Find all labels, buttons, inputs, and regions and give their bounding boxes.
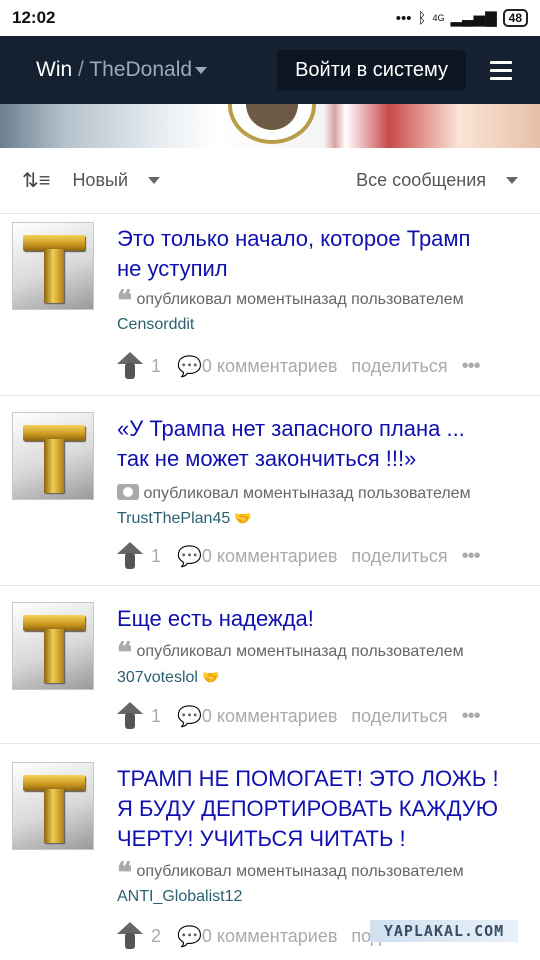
post-actions: 1 💬 0 комментариев поделиться ••• (117, 702, 481, 730)
chevron-down-icon (506, 177, 518, 184)
more-options-icon[interactable]: ••• (462, 545, 481, 568)
signal-icon: ▂▃▅▇ (450, 10, 497, 27)
community-name: TheDonald (89, 58, 193, 81)
quote-icon: ❝ (117, 636, 133, 669)
comment-icon: 💬 (177, 925, 202, 948)
post-title-link[interactable]: Это только начало, которое Трамп не усту… (117, 224, 527, 284)
presidential-seal-image (228, 104, 316, 144)
upvote-icon[interactable] (117, 542, 143, 570)
community-banner (0, 104, 540, 148)
post-thumbnail[interactable] (12, 602, 94, 690)
post-meta: ❝ опубликовал моментыназад пользователем… (117, 639, 532, 690)
brand-label: Win (36, 58, 73, 81)
share-link[interactable]: поделиться (351, 546, 447, 567)
dots-icon: ••• (395, 9, 412, 27)
post-title-link[interactable]: «У Трампа нет запасного плана ... так не… (117, 414, 527, 474)
handshake-icon: 🤝 (201, 669, 220, 685)
handshake-icon: 🤝 (234, 510, 252, 526)
battery-icon: 48 (502, 9, 528, 27)
quote-icon: ❝ (117, 284, 133, 317)
post-thumbnail[interactable] (12, 222, 94, 310)
network-type: 4G (432, 13, 445, 23)
post-meta: ❝ опубликовал моментыназад пользователем… (117, 287, 532, 337)
more-options-icon[interactable]: ••• (462, 705, 481, 728)
filter-label: Все сообщения (356, 170, 486, 190)
author-link[interactable]: Censorddit (117, 316, 194, 333)
watermark: YAPLAKAL.COM (370, 920, 518, 942)
sort-label: Новый (72, 170, 129, 190)
sort-icon[interactable]: ⇅≡ (22, 168, 50, 193)
brand-separator: / (78, 58, 84, 81)
camera-icon (117, 484, 139, 500)
vote-count: 2 (151, 925, 162, 946)
post-title-link[interactable]: ТРАМП НЕ ПОМОГАЕТ! ЭТО ЛОЖЬ ! Я БУДУ ДЕП… (117, 764, 527, 854)
post-meta-text: опубликовал моментыназад пользователем (136, 643, 464, 660)
post-meta: ❝ опубликовал моментыназад пользователем… (117, 859, 532, 909)
comments-link[interactable]: 0 комментариев (202, 356, 338, 377)
sort-dropdown[interactable]: Новый (72, 170, 161, 191)
author-link[interactable]: ANTI_Globalist12 (117, 888, 242, 905)
post-meta-text: опубликовал моментыназад пользователем (136, 863, 464, 880)
filter-dropdown[interactable]: Все сообщения (356, 170, 518, 191)
post-item: Еще есть надежда! ❝ опубликовал моментын… (0, 594, 540, 744)
status-bar: 12:02 ••• ᛒ 4G ▂▃▅▇ 48 (0, 0, 540, 36)
post-actions: 1 💬 0 комментариев поделиться ••• (117, 542, 481, 570)
share-link[interactable]: поделиться (351, 706, 447, 727)
post-meta-text: опубликовал моментыназад пользователем (136, 291, 464, 308)
more-options-icon[interactable]: ••• (462, 355, 481, 378)
post-meta-text: опубликовал моментыназад пользователем (143, 485, 471, 502)
share-link[interactable]: поделиться (351, 356, 447, 377)
comments-link[interactable]: 0 комментариев (202, 546, 338, 567)
sort-bar: ⇅≡ Новый Все сообщения (0, 148, 540, 214)
vote-count: 1 (151, 355, 162, 376)
upvote-icon[interactable] (117, 352, 143, 380)
upvote-icon[interactable] (117, 702, 143, 730)
post-item: Это только начало, которое Трамп не усту… (0, 214, 540, 396)
upvote-icon[interactable] (117, 922, 143, 950)
quote-icon: ❝ (117, 856, 133, 889)
chevron-down-icon (195, 66, 208, 74)
top-navbar: Win / TheDonald Войти в систему (0, 36, 540, 104)
post-thumbnail[interactable] (12, 412, 94, 500)
bluetooth-icon: ᛒ (417, 9, 427, 27)
chevron-down-icon (148, 177, 161, 184)
comment-icon: 💬 (177, 545, 202, 568)
login-button[interactable]: Войти в систему (277, 49, 466, 91)
author-link[interactable]: TrustThePlan45 (117, 510, 230, 527)
post-thumbnail[interactable] (12, 762, 94, 850)
vote-count: 1 (151, 545, 162, 566)
comment-icon: 💬 (177, 705, 202, 728)
comments-link[interactable]: 0 комментариев (202, 926, 338, 947)
hamburger-menu-icon[interactable] (490, 56, 512, 85)
post-meta: опубликовал моментыназад пользователем T… (117, 482, 532, 531)
vote-count: 1 (151, 705, 162, 726)
community-switcher[interactable]: Win / TheDonald (36, 58, 208, 82)
comment-icon: 💬 (177, 355, 202, 378)
status-icons: ••• ᛒ 4G ▂▃▅▇ 48 (396, 9, 528, 27)
post-title-link[interactable]: Еще есть надежда! (117, 604, 527, 634)
comments-link[interactable]: 0 комментариев (202, 706, 338, 727)
author-link[interactable]: 307voteslol (117, 669, 198, 686)
status-time: 12:02 (12, 8, 56, 27)
post-actions: 1 💬 0 комментариев поделиться ••• (117, 352, 481, 380)
post-item: «У Трампа нет запасного плана ... так не… (0, 404, 540, 586)
